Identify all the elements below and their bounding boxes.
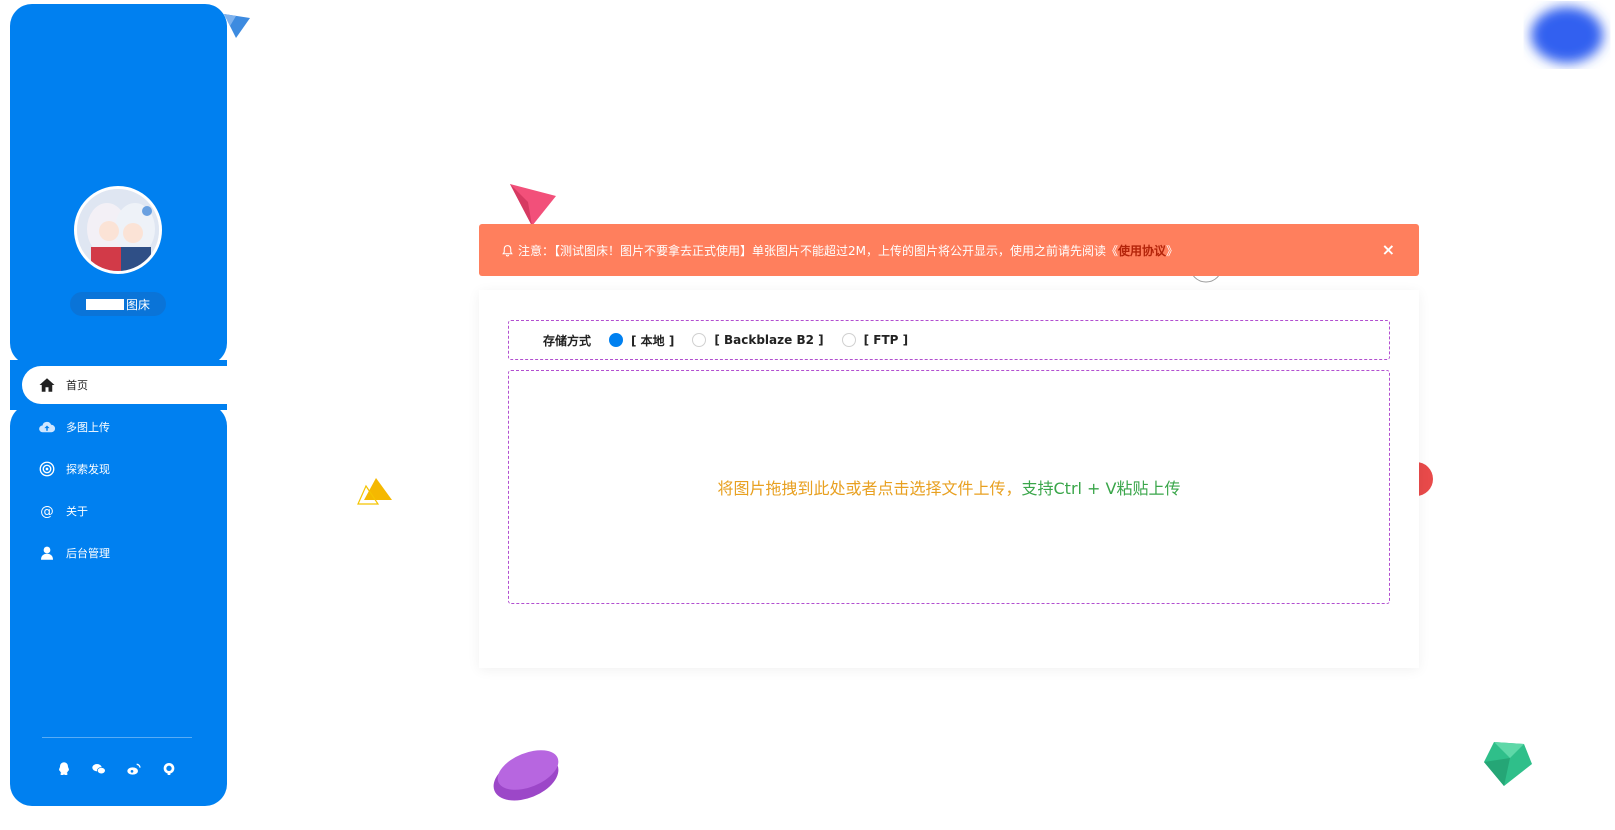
sidebar-divider (42, 737, 192, 738)
at-icon: @ (40, 504, 54, 520)
sidebar-item-label: 探索发现 (66, 463, 110, 476)
home-icon (39, 378, 55, 392)
bell-icon (502, 244, 513, 256)
user-icon (41, 546, 53, 560)
radio-dot[interactable] (609, 333, 624, 347)
green-gem-decoration (1484, 742, 1532, 786)
radio-label: [ FTP ] (863, 333, 909, 347)
storage-option-local[interactable]: [ 本地 ] (609, 332, 674, 349)
sidebar-item-admin[interactable]: 后台管理 (38, 541, 110, 565)
avatar[interactable] (74, 186, 162, 274)
site-name-text: 图床 (125, 297, 150, 312)
pink-pyramid-decoration (510, 184, 556, 226)
site-name: 图床 (70, 292, 166, 316)
target-icon (39, 461, 55, 477)
drop-zone-paste-hint: 支持Ctrl + V粘贴上传 (1021, 479, 1181, 498)
wechat-icon[interactable] (91, 761, 107, 777)
sidebar-item-label: 多图上传 (66, 421, 110, 434)
sidebar-item-label: 首页 (66, 379, 88, 392)
radio-label: [ 本地 ] (631, 333, 675, 348)
svg-text:@: @ (40, 504, 54, 520)
storage-label: 存储方式 (543, 333, 592, 348)
radio-dot[interactable] (692, 333, 707, 347)
alert-text-suffix: 》 (1166, 243, 1179, 258)
qq-icon[interactable] (56, 761, 72, 777)
cloud-upload-icon (39, 421, 56, 433)
drop-zone-hint: 将图片拖拽到此处或者点击选择文件上传， (717, 479, 1022, 498)
close-icon[interactable]: × (1382, 240, 1395, 259)
upload-drop-zone[interactable]: 将图片拖拽到此处或者点击选择文件上传， 支持Ctrl + V粘贴上传 (508, 370, 1390, 604)
sidebar-item-multi-upload[interactable]: 多图上传 (38, 415, 110, 439)
sidebar-item-label: 关于 (66, 505, 88, 518)
sidebar-item-explore[interactable]: 探索发现 (38, 457, 110, 481)
sidebar-item-label: 后台管理 (66, 547, 110, 560)
blue-blob-decoration (1531, 7, 1603, 63)
radio-dot[interactable] (841, 333, 856, 347)
storage-option-backblaze[interactable]: [ Backblaze B2 ] (692, 333, 824, 347)
alert-text: 注意：【测试图床！图片不要拿去正式使用】单张图片不能超过2M，上传的图片将公开显… (518, 243, 1118, 258)
sidebar-item-home[interactable]: 首页 (38, 373, 88, 397)
red-half-circle-decoration (1416, 462, 1433, 496)
redacted-text (85, 298, 124, 310)
github-icon[interactable] (161, 761, 177, 777)
weibo-icon[interactable] (126, 761, 142, 777)
storage-option-ftp[interactable]: [ FTP ] (841, 333, 909, 347)
yellow-triangle-decoration (357, 478, 392, 505)
notice-alert: 注意：【测试图床！图片不要拿去正式使用】单张图片不能超过2M，上传的图片将公开显… (479, 224, 1419, 276)
radio-label: [ Backblaze B2 ] (714, 333, 824, 347)
terms-link[interactable]: 使用协议 (1118, 242, 1166, 259)
purple-disc-decoration (493, 750, 559, 801)
upload-card: 存储方式 [ 本地 ] [ Backblaze B2 ] [ FTP ] 将图片… (479, 290, 1419, 668)
storage-selector: 存储方式 [ 本地 ] [ Backblaze B2 ] [ FTP ] (508, 320, 1390, 360)
sidebar-item-about[interactable]: @ 关于 (38, 499, 88, 523)
blue-triangle-decoration (224, 14, 250, 38)
